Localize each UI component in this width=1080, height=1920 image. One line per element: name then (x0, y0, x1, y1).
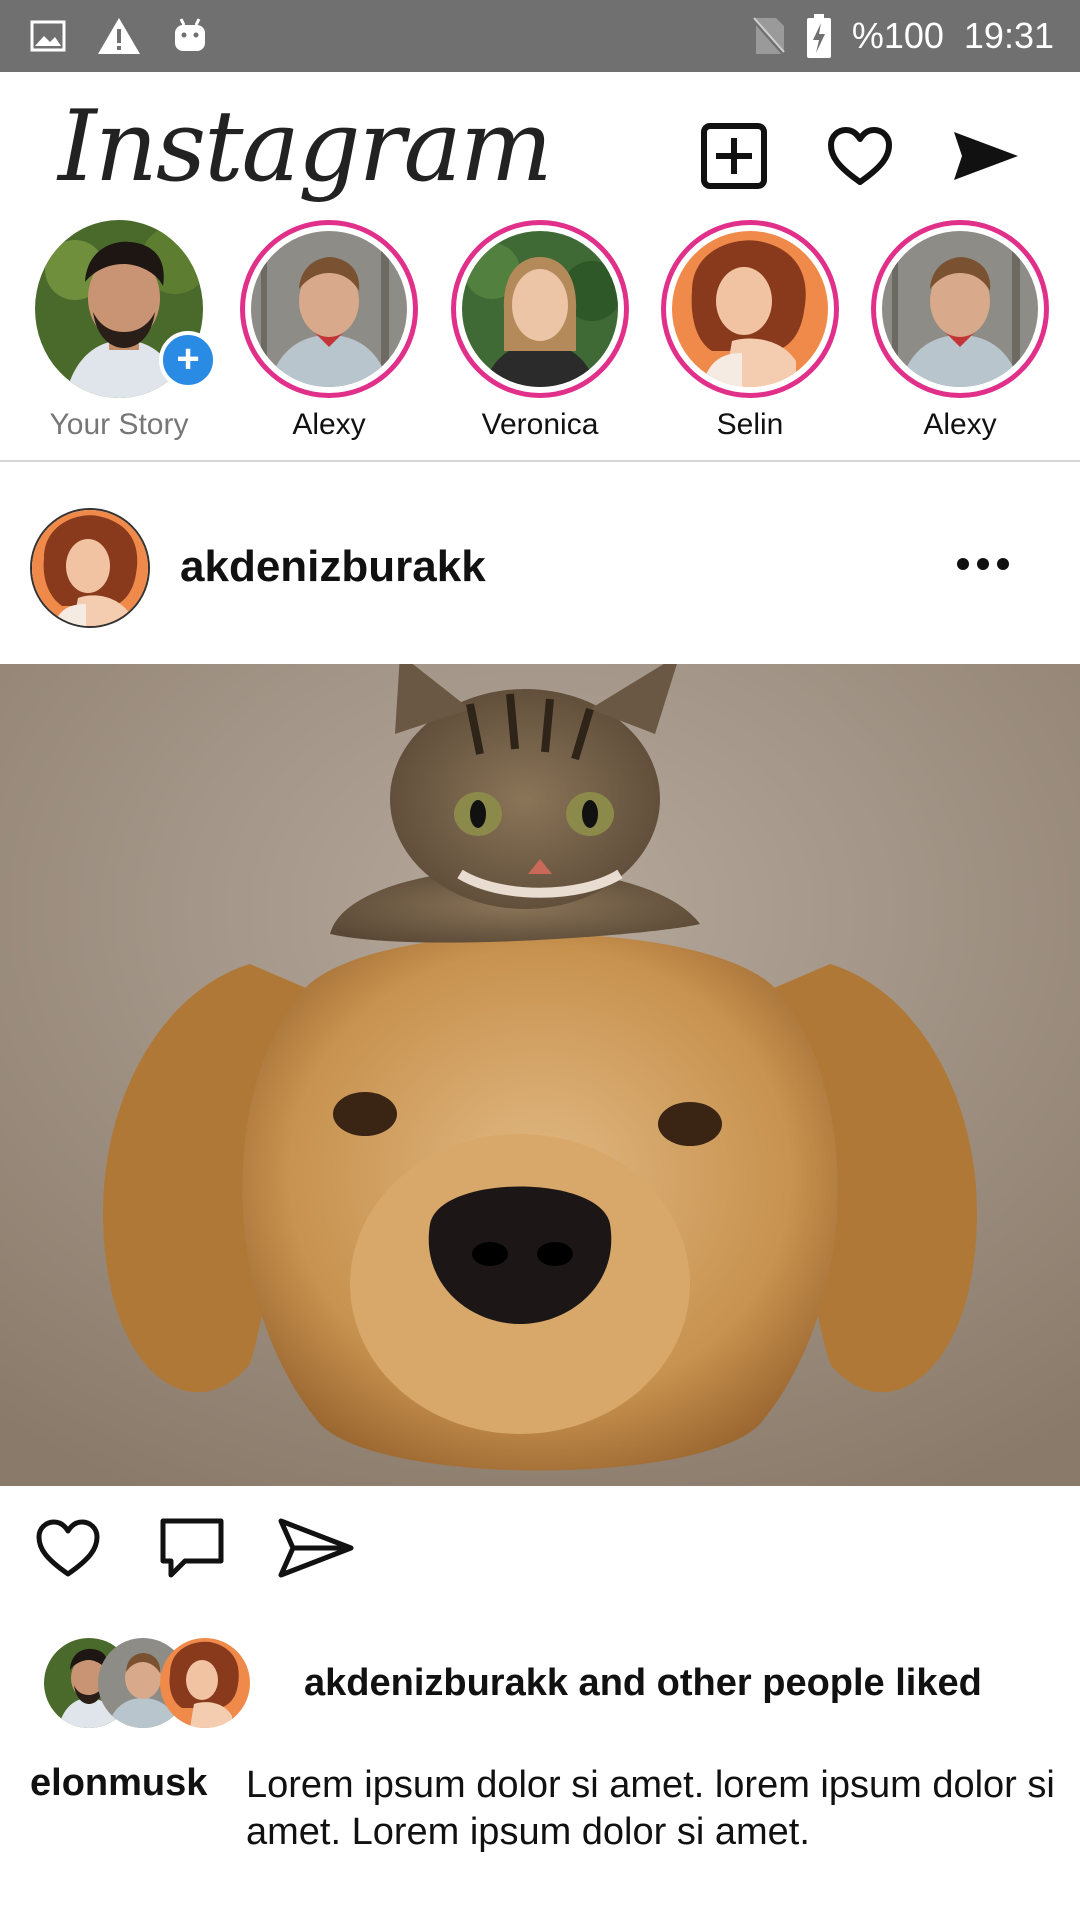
post-image[interactable] (0, 664, 1080, 1486)
warning-icon (96, 16, 142, 56)
like-button[interactable] (28, 1510, 108, 1590)
post-header: akdenizburakk (0, 500, 1080, 640)
avatar (882, 231, 1038, 387)
story-your-story[interactable]: + Your Story (24, 220, 217, 442)
android-icon (172, 17, 208, 55)
comment-icon (157, 1515, 227, 1586)
story-veronica[interactable]: Veronica (445, 220, 635, 442)
likes-summary: akdenizburakk and other people liked (304, 1662, 982, 1704)
avatar (251, 231, 407, 387)
add-post-button[interactable] (696, 120, 772, 196)
story-alexy[interactable]: Alexy (234, 220, 424, 442)
more-options-button[interactable] (948, 544, 1018, 584)
send-icon (950, 128, 1022, 189)
avatar (462, 231, 618, 387)
caption-username[interactable]: elonmusk (30, 1762, 207, 1805)
no-sim-icon (752, 16, 786, 56)
direct-messages-button[interactable] (948, 120, 1024, 196)
story-alexy-2[interactable]: Alexy (865, 220, 1055, 442)
divider (0, 460, 1080, 462)
post-actions (0, 1500, 1080, 1590)
stories-row: + Your Story Alexy Veronica Selin Alexy (0, 220, 1080, 460)
more-dot (997, 558, 1009, 570)
likes-row[interactable]: akdenizburakk and other people liked (0, 1630, 1080, 1730)
heart-icon (827, 126, 893, 191)
app-header: Instagram (0, 72, 1080, 222)
share-button[interactable] (276, 1510, 356, 1590)
status-bar: %100 19:31 (0, 0, 1080, 72)
caption-text: Lorem ipsum dolor si amet. lorem ipsum d… (246, 1764, 1055, 1853)
like-icon (35, 1518, 101, 1583)
battery-charging-icon (806, 14, 832, 58)
activity-button[interactable] (822, 120, 898, 196)
post-author-avatar[interactable] (30, 508, 150, 628)
clock: 19:31 (963, 15, 1054, 56)
image-icon (30, 20, 66, 52)
story-label: Veronica (481, 408, 599, 441)
more-dot (957, 558, 969, 570)
post-username[interactable]: akdenizburakk (180, 542, 486, 592)
share-icon (277, 1517, 355, 1584)
add-story-badge[interactable]: + (159, 331, 217, 389)
instagram-logo[interactable]: Instagram (58, 90, 553, 204)
battery-level: %100 (851, 15, 944, 56)
story-selin[interactable]: Selin (655, 220, 845, 442)
add-post-icon (700, 122, 768, 195)
more-dot (977, 558, 989, 570)
story-label: Selin (716, 408, 784, 441)
comment-button[interactable] (152, 1510, 232, 1590)
avatar (672, 231, 828, 387)
story-label: Alexy (923, 408, 997, 441)
liker-avatar (160, 1638, 250, 1728)
story-label: Alexy (292, 408, 366, 441)
story-label: Your Story (49, 408, 189, 441)
